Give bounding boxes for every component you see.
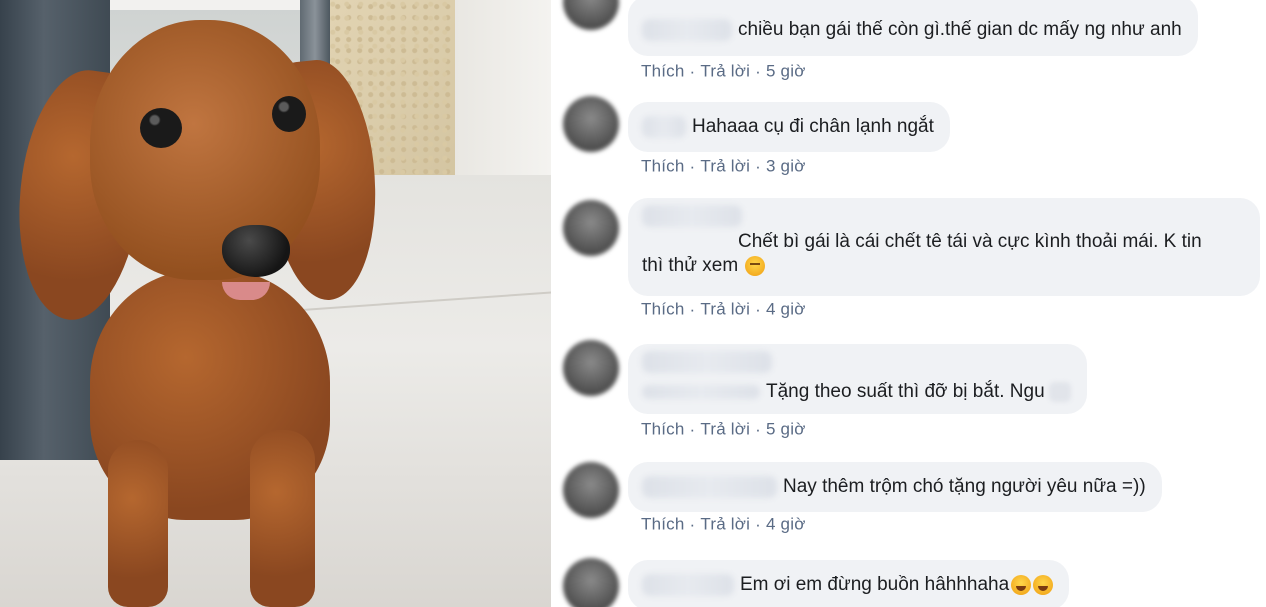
comment-text: Tặng theo suất thì đỡ bị bắt. Ngu [766,381,1045,402]
separator: · [689,156,696,176]
post-photo[interactable] [0,0,551,607]
reply-link[interactable]: Trả lời [700,62,750,81]
commenter-name[interactable] [642,116,686,138]
rolling-laughing-emoji [1011,575,1032,595]
comment-text: Nay thêm trộm chó tặng người yêu nữa =)) [783,476,1146,497]
reply-link[interactable]: Trả lời [700,157,750,176]
dog-front-leg-left [108,440,168,607]
background-wall-side [455,0,551,175]
comment-bubble: Nay thêm trộm chó tặng người yêu nữa =)) [628,462,1162,512]
commenter-name-extra [642,385,760,399]
comment-text-line-1: Chết bì gái là cái chết tê tái và cực kì… [738,231,1202,252]
comment-text: chiều bạn gái thế còn gì.thế gian dc mấy… [738,19,1182,40]
like-link[interactable]: Thích [641,300,685,319]
commenter-name[interactable] [642,19,732,41]
commenter-name[interactable] [642,476,777,498]
avatar[interactable] [563,462,619,518]
separator: · [755,156,761,176]
reply-link[interactable]: Trả lời [700,300,750,319]
separator: · [755,419,761,439]
comment-bubble: chiều bạn gái thế còn gì.thế gian dc mấy… [628,0,1198,56]
like-link[interactable]: Thích [641,157,685,176]
comment-bubble: Chết bì gái là cái chết tê tái và cực kì… [628,198,1260,296]
comment-text: thì thử xem [642,255,739,276]
commenter-name[interactable] [642,204,742,227]
timestamp[interactable]: 5 giờ [766,420,806,439]
commenter-name[interactable] [642,350,772,373]
separator: · [755,61,761,81]
avatar[interactable] [563,558,619,607]
timestamp[interactable]: 4 giờ [766,515,806,534]
like-link[interactable]: Thích [641,62,685,81]
avatar[interactable] [563,96,619,152]
dog-eye-left [140,108,182,148]
comment-actions: Thích · Trả lời · 5 giờ [641,419,806,440]
separator: · [689,419,696,439]
comment-actions: Thích · Trả lời · 4 giờ [641,299,806,320]
separator: · [689,61,696,81]
timestamp[interactable]: 3 giờ [766,157,806,176]
comment-bubble: Hahaaa cụ đi chân lạnh ngắt [628,102,950,152]
like-link[interactable]: Thích [641,420,685,439]
comment-actions: Thích · Trả lời · 4 giờ [641,514,806,535]
separator: · [689,514,696,534]
comment-thread: chiều bạn gái thế còn gì.thế gian dc mấy… [551,0,1266,607]
dog-nose [222,225,290,277]
separator: · [755,514,761,534]
timestamp[interactable]: 5 giờ [766,62,806,81]
comment-text-line-2: thì thử xem [642,254,1244,278]
dog-front-leg-right [250,430,315,607]
comment-text: Em ơi em đừng buồn hâhhhaha [740,574,1010,595]
comment-text: Hahaaa cụ đi chân lạnh ngắt [692,116,934,137]
timestamp[interactable]: 4 giờ [766,300,806,319]
comment-bubble: Tặng theo suất thì đỡ bị bắt. Ngu [628,344,1087,414]
rolling-laughing-emoji [1033,575,1054,595]
separator: · [755,299,761,319]
like-link[interactable]: Thích [641,515,685,534]
relieved-face-emoji [745,255,766,276]
commenter-name[interactable] [642,574,734,596]
comment-actions: Thích · Trả lời · 3 giờ [641,156,806,177]
reply-link[interactable]: Trả lời [700,420,750,439]
censored-word [1048,382,1071,402]
avatar[interactable] [563,200,619,256]
reply-link[interactable]: Trả lời [700,515,750,534]
separator: · [689,299,696,319]
comment-bubble: Em ơi em đừng buồn hâhhhaha [628,560,1070,607]
avatar[interactable] [563,340,619,396]
avatar[interactable] [563,0,619,30]
comment-actions: Thích · Trả lời · 5 giờ [641,61,806,82]
dog-eye-right [272,96,306,132]
